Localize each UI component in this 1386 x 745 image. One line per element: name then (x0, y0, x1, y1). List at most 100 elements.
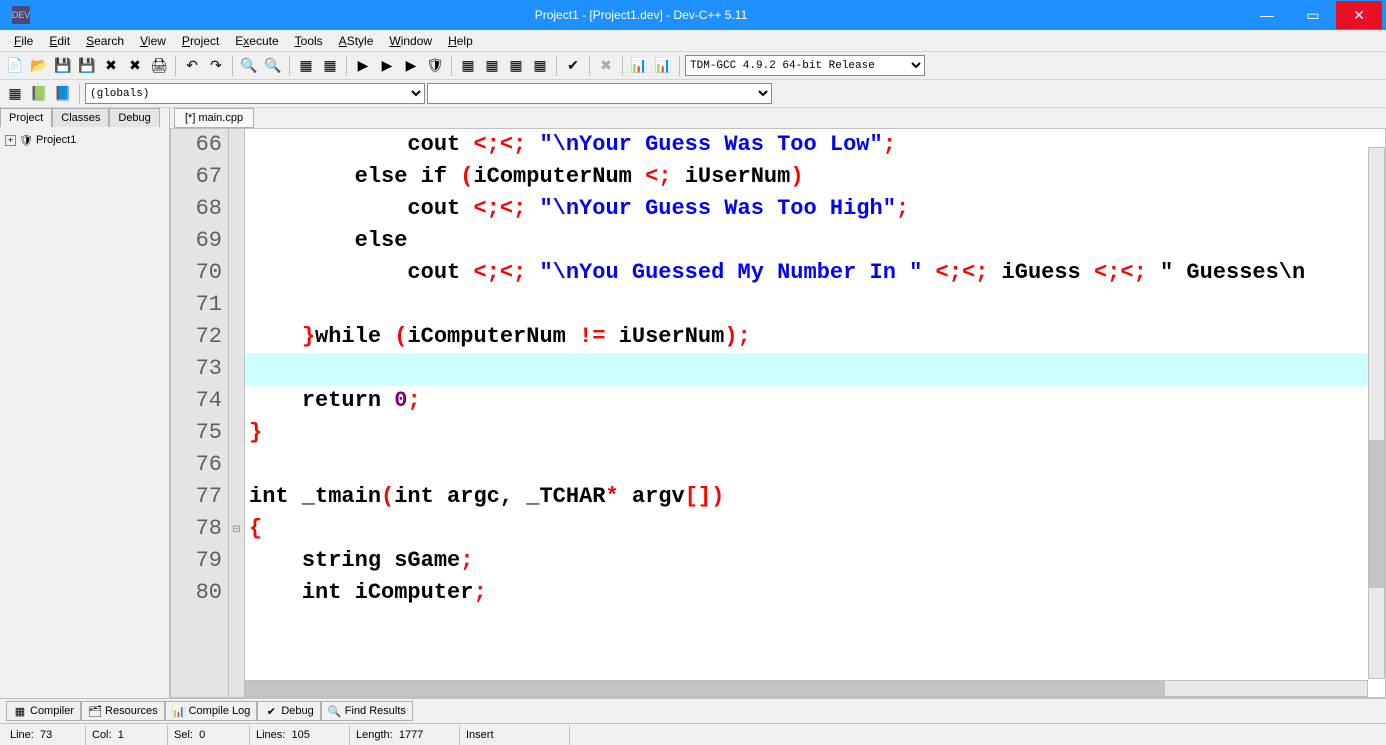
tree-root-label: Project1 (36, 134, 76, 146)
editor-tab-main[interactable]: [*] main.cpp (174, 108, 254, 128)
log-icon: 📊 (172, 704, 186, 718)
compiler-select[interactable]: TDM-GCC 4.9.2 64-bit Release (685, 55, 925, 76)
line-number-gutter: 666768697071727374757677787980 (171, 129, 229, 697)
goto-func-icon[interactable]: 📘 (52, 83, 74, 105)
scrollbar-thumb[interactable] (246, 681, 1165, 696)
menu-project[interactable]: Project (174, 32, 227, 50)
status-spacer (570, 725, 1382, 745)
open-file-icon[interactable]: 📂 (28, 55, 50, 77)
redo-icon[interactable]: ↷ (205, 55, 227, 77)
menu-file[interactable]: File (6, 32, 41, 50)
new-file-icon[interactable]: 📄 (4, 55, 26, 77)
close-button[interactable]: ✕ (1336, 1, 1382, 29)
close-file-icon[interactable]: ✖ (100, 55, 122, 77)
new-func-icon[interactable]: 📗 (28, 83, 50, 105)
status-length: Length: 1777 (350, 725, 460, 745)
new-class-icon[interactable]: ▦ (4, 83, 26, 105)
shield-icon: 🛡 (18, 132, 34, 148)
project-tree[interactable]: + 🛡 Project1 (0, 127, 169, 698)
save-all-icon[interactable]: 💾 (76, 55, 98, 77)
menu-view[interactable]: View (132, 32, 174, 50)
member-select[interactable] (427, 83, 772, 104)
profile-icon[interactable]: 📊 (628, 55, 650, 77)
profile2-icon[interactable]: 📊 (652, 55, 674, 77)
status-line: Line: 73 (4, 725, 86, 745)
menu-edit[interactable]: Edit (41, 32, 78, 50)
save-icon[interactable]: 💾 (52, 55, 74, 77)
menubar: File Edit Search View Project Execute To… (0, 30, 1386, 52)
compile-icon[interactable]: ▶ (352, 55, 374, 77)
rebuild-icon[interactable]: 🛡 (424, 55, 446, 77)
minimize-button[interactable]: — (1244, 1, 1290, 29)
separator (589, 56, 590, 76)
separator (556, 56, 557, 76)
undo-icon[interactable]: ↶ (181, 55, 203, 77)
status-mode: Insert (460, 725, 570, 745)
window-buttons: — ▭ ✕ (1244, 1, 1382, 29)
tab-compile-log[interactable]: 📊Compile Log (165, 701, 258, 721)
status-col: Col: 1 (86, 725, 168, 745)
resources-icon: 🗂 (88, 704, 102, 718)
tab-debug[interactable]: Debug (109, 108, 159, 127)
vertical-scrollbar[interactable] (1368, 147, 1385, 679)
menu-help[interactable]: Help (440, 32, 481, 50)
titlebar: DEV Project1 - [Project1.dev] - Dev-C++ … (0, 0, 1386, 30)
debug-icon[interactable]: ✔ (562, 55, 584, 77)
separator (232, 56, 233, 76)
window-grid-icon[interactable]: ▦ (529, 55, 551, 77)
maximize-button[interactable]: ▭ (1290, 1, 1336, 29)
status-sel: Sel: 0 (168, 725, 250, 745)
main-area: Project Classes Debug + 🛡 Project1 [*] m… (0, 108, 1386, 698)
menu-execute[interactable]: Execute (227, 32, 286, 50)
fold-column: ⊟ (229, 129, 245, 697)
tab-resources[interactable]: 🗂Resources (81, 701, 165, 721)
editor-tabs: [*] main.cpp (170, 108, 1386, 128)
menu-tools[interactable]: Tools (287, 32, 331, 50)
tab-find-results[interactable]: 🔍Find Results (321, 701, 413, 721)
tab-compiler[interactable]: ▦Compiler (6, 701, 81, 721)
left-panel-tabs: Project Classes Debug (0, 108, 169, 127)
find-icon: 🔍 (328, 704, 342, 718)
statusbar: Line: 73 Col: 1 Sel: 0 Lines: 105 Length… (0, 723, 1386, 745)
editor-area: [*] main.cpp 666768697071727374757677787… (170, 108, 1386, 698)
scope-select[interactable]: (globals) (85, 83, 425, 104)
toolbar-main: 📄 📂 💾 💾 ✖ ✖ 🖨 ↶ ↷ 🔍 🔍 ▦ ▦ ▶ ▶ ▶ 🛡 ▦ ▦ ▦ … (0, 52, 1386, 80)
toolbar-secondary: ▦ 📗 📘 (globals) (0, 80, 1386, 108)
separator (346, 56, 347, 76)
tab-project[interactable]: Project (0, 108, 52, 127)
print-icon[interactable]: 🖨 (148, 55, 170, 77)
left-panel: Project Classes Debug + 🛡 Project1 (0, 108, 170, 698)
window-tile-icon[interactable]: ▦ (457, 55, 479, 77)
close-all-icon[interactable]: ✖ (124, 55, 146, 77)
scrollbar-thumb[interactable] (1369, 440, 1384, 588)
menu-window[interactable]: Window (381, 32, 440, 50)
expand-icon[interactable]: + (5, 135, 16, 146)
stop-icon[interactable]: ✖ (595, 55, 617, 77)
menu-astyle[interactable]: AStyle (331, 32, 382, 50)
run-icon[interactable]: ▶ (376, 55, 398, 77)
separator (451, 56, 452, 76)
bookmark-icon[interactable]: ▦ (295, 55, 317, 77)
tab-classes[interactable]: Classes (52, 108, 109, 127)
window-cascade-icon[interactable]: ▦ (481, 55, 503, 77)
debug-icon: ✔ (264, 704, 278, 718)
menu-search[interactable]: Search (78, 32, 132, 50)
tab-debug-bottom[interactable]: ✔Debug (257, 701, 320, 721)
find-icon[interactable]: 🔍 (238, 55, 260, 77)
code-container: 666768697071727374757677787980 ⊟ cout <;… (170, 128, 1386, 698)
app-icon: DEV (12, 6, 30, 24)
replace-icon[interactable]: 🔍 (262, 55, 284, 77)
compile-run-icon[interactable]: ▶ (400, 55, 422, 77)
separator (622, 56, 623, 76)
compiler-icon: ▦ (13, 704, 27, 718)
tree-root[interactable]: + 🛡 Project1 (4, 131, 165, 149)
separator (679, 56, 680, 76)
separator (79, 84, 80, 104)
window-title: Project1 - [Project1.dev] - Dev-C++ 5.11 (38, 8, 1244, 22)
status-lines: Lines: 105 (250, 725, 350, 745)
goto-icon[interactable]: ▦ (319, 55, 341, 77)
horizontal-scrollbar[interactable] (245, 680, 1368, 697)
code-editor[interactable]: cout <;<; "\nYour Guess Was Too Low"; el… (245, 129, 1385, 697)
window-icon[interactable]: ▦ (505, 55, 527, 77)
separator (175, 56, 176, 76)
